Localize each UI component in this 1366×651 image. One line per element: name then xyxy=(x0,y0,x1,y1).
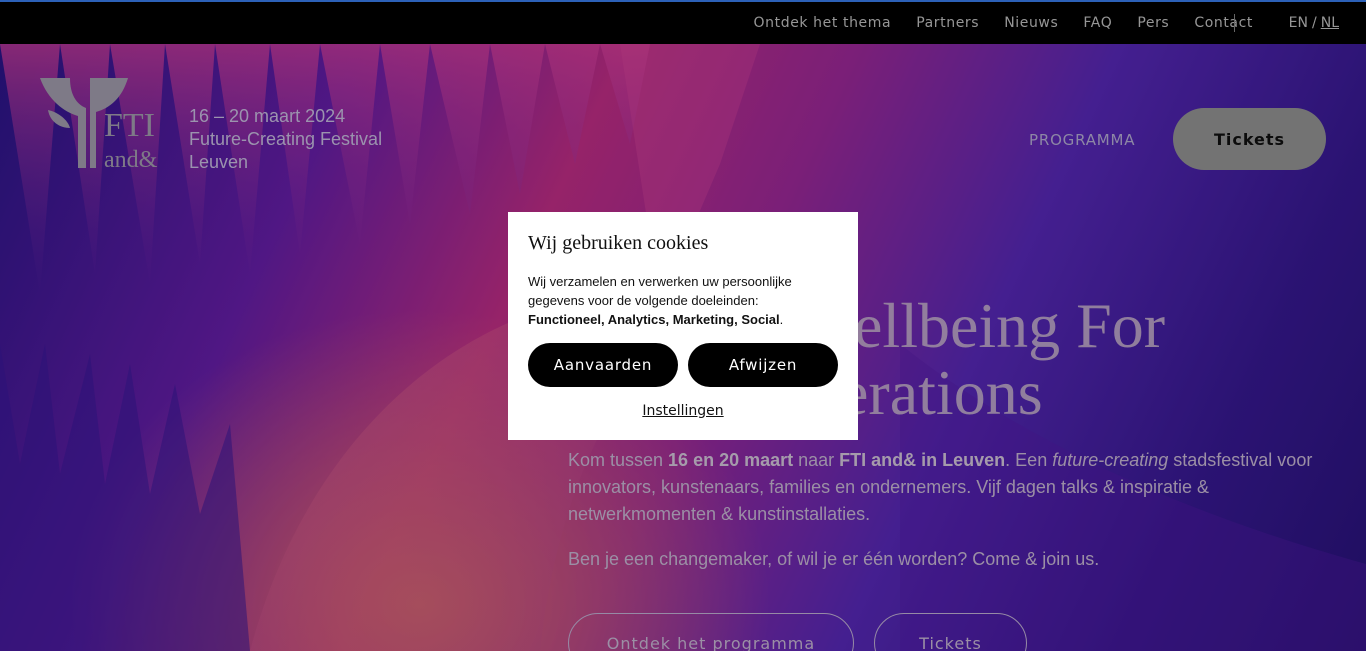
cookie-period: . xyxy=(779,312,784,327)
cookie-accept-button[interactable]: Aanvaarden xyxy=(528,343,678,387)
cookie-reject-button[interactable]: Afwijzen xyxy=(688,343,838,387)
cookie-dialog: Wij gebruiken cookies Wij verzamelen en … xyxy=(508,212,858,440)
cookie-description: Wij verzamelen en verwerken uw persoonli… xyxy=(528,274,792,308)
cookie-buttons: Aanvaarden Afwijzen xyxy=(528,343,838,387)
cookie-purposes: Functioneel, Analytics, Marketing, Socia… xyxy=(528,312,780,327)
cookie-title: Wij gebruiken cookies xyxy=(528,232,709,254)
cookie-settings-link[interactable]: Instellingen xyxy=(528,403,838,419)
cookie-text: Wij verzamelen en verwerken uw persoonli… xyxy=(528,272,838,329)
